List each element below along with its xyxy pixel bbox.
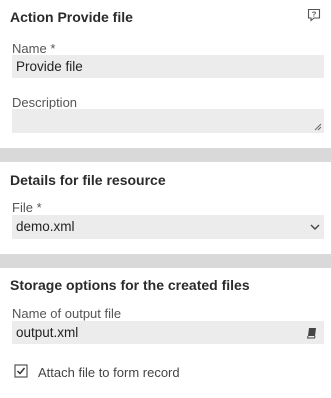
file-select[interactable]: demo.xml: [12, 215, 324, 239]
output-file-input[interactable]: output.xml: [12, 321, 324, 344]
file-select-value: demo.xml: [16, 219, 75, 234]
resize-grip-icon[interactable]: [314, 123, 322, 131]
book-icon[interactable]: [306, 327, 318, 339]
output-file-label: Name of output file: [12, 306, 122, 321]
checkbox-icon[interactable]: [14, 364, 28, 378]
file-details-panel: Details for file resource File * demo.xm…: [0, 162, 331, 254]
description-textarea[interactable]: [12, 109, 324, 133]
name-input[interactable]: Provide file: [12, 55, 324, 78]
output-file-value: output.xml: [16, 325, 79, 340]
description-field-label: Description: [12, 95, 78, 110]
file-details-title: Details for file resource: [10, 172, 166, 188]
action-panel: Action Provide file ? Name * Provide fil…: [0, 0, 331, 148]
help-icon[interactable]: ?: [307, 8, 321, 22]
storage-options-title: Storage options for the created files: [10, 277, 250, 293]
action-panel-title: Action Provide file: [10, 9, 133, 25]
attach-file-label[interactable]: Attach file to form record: [38, 365, 180, 380]
name-field-label: Name *: [12, 41, 56, 56]
storage-options-panel: Storage options for the created files Na…: [0, 268, 331, 398]
name-input-value: Provide file: [16, 59, 83, 74]
file-field-label: File *: [12, 200, 42, 215]
svg-text:?: ?: [312, 10, 317, 19]
chevron-down-icon[interactable]: [310, 224, 320, 230]
